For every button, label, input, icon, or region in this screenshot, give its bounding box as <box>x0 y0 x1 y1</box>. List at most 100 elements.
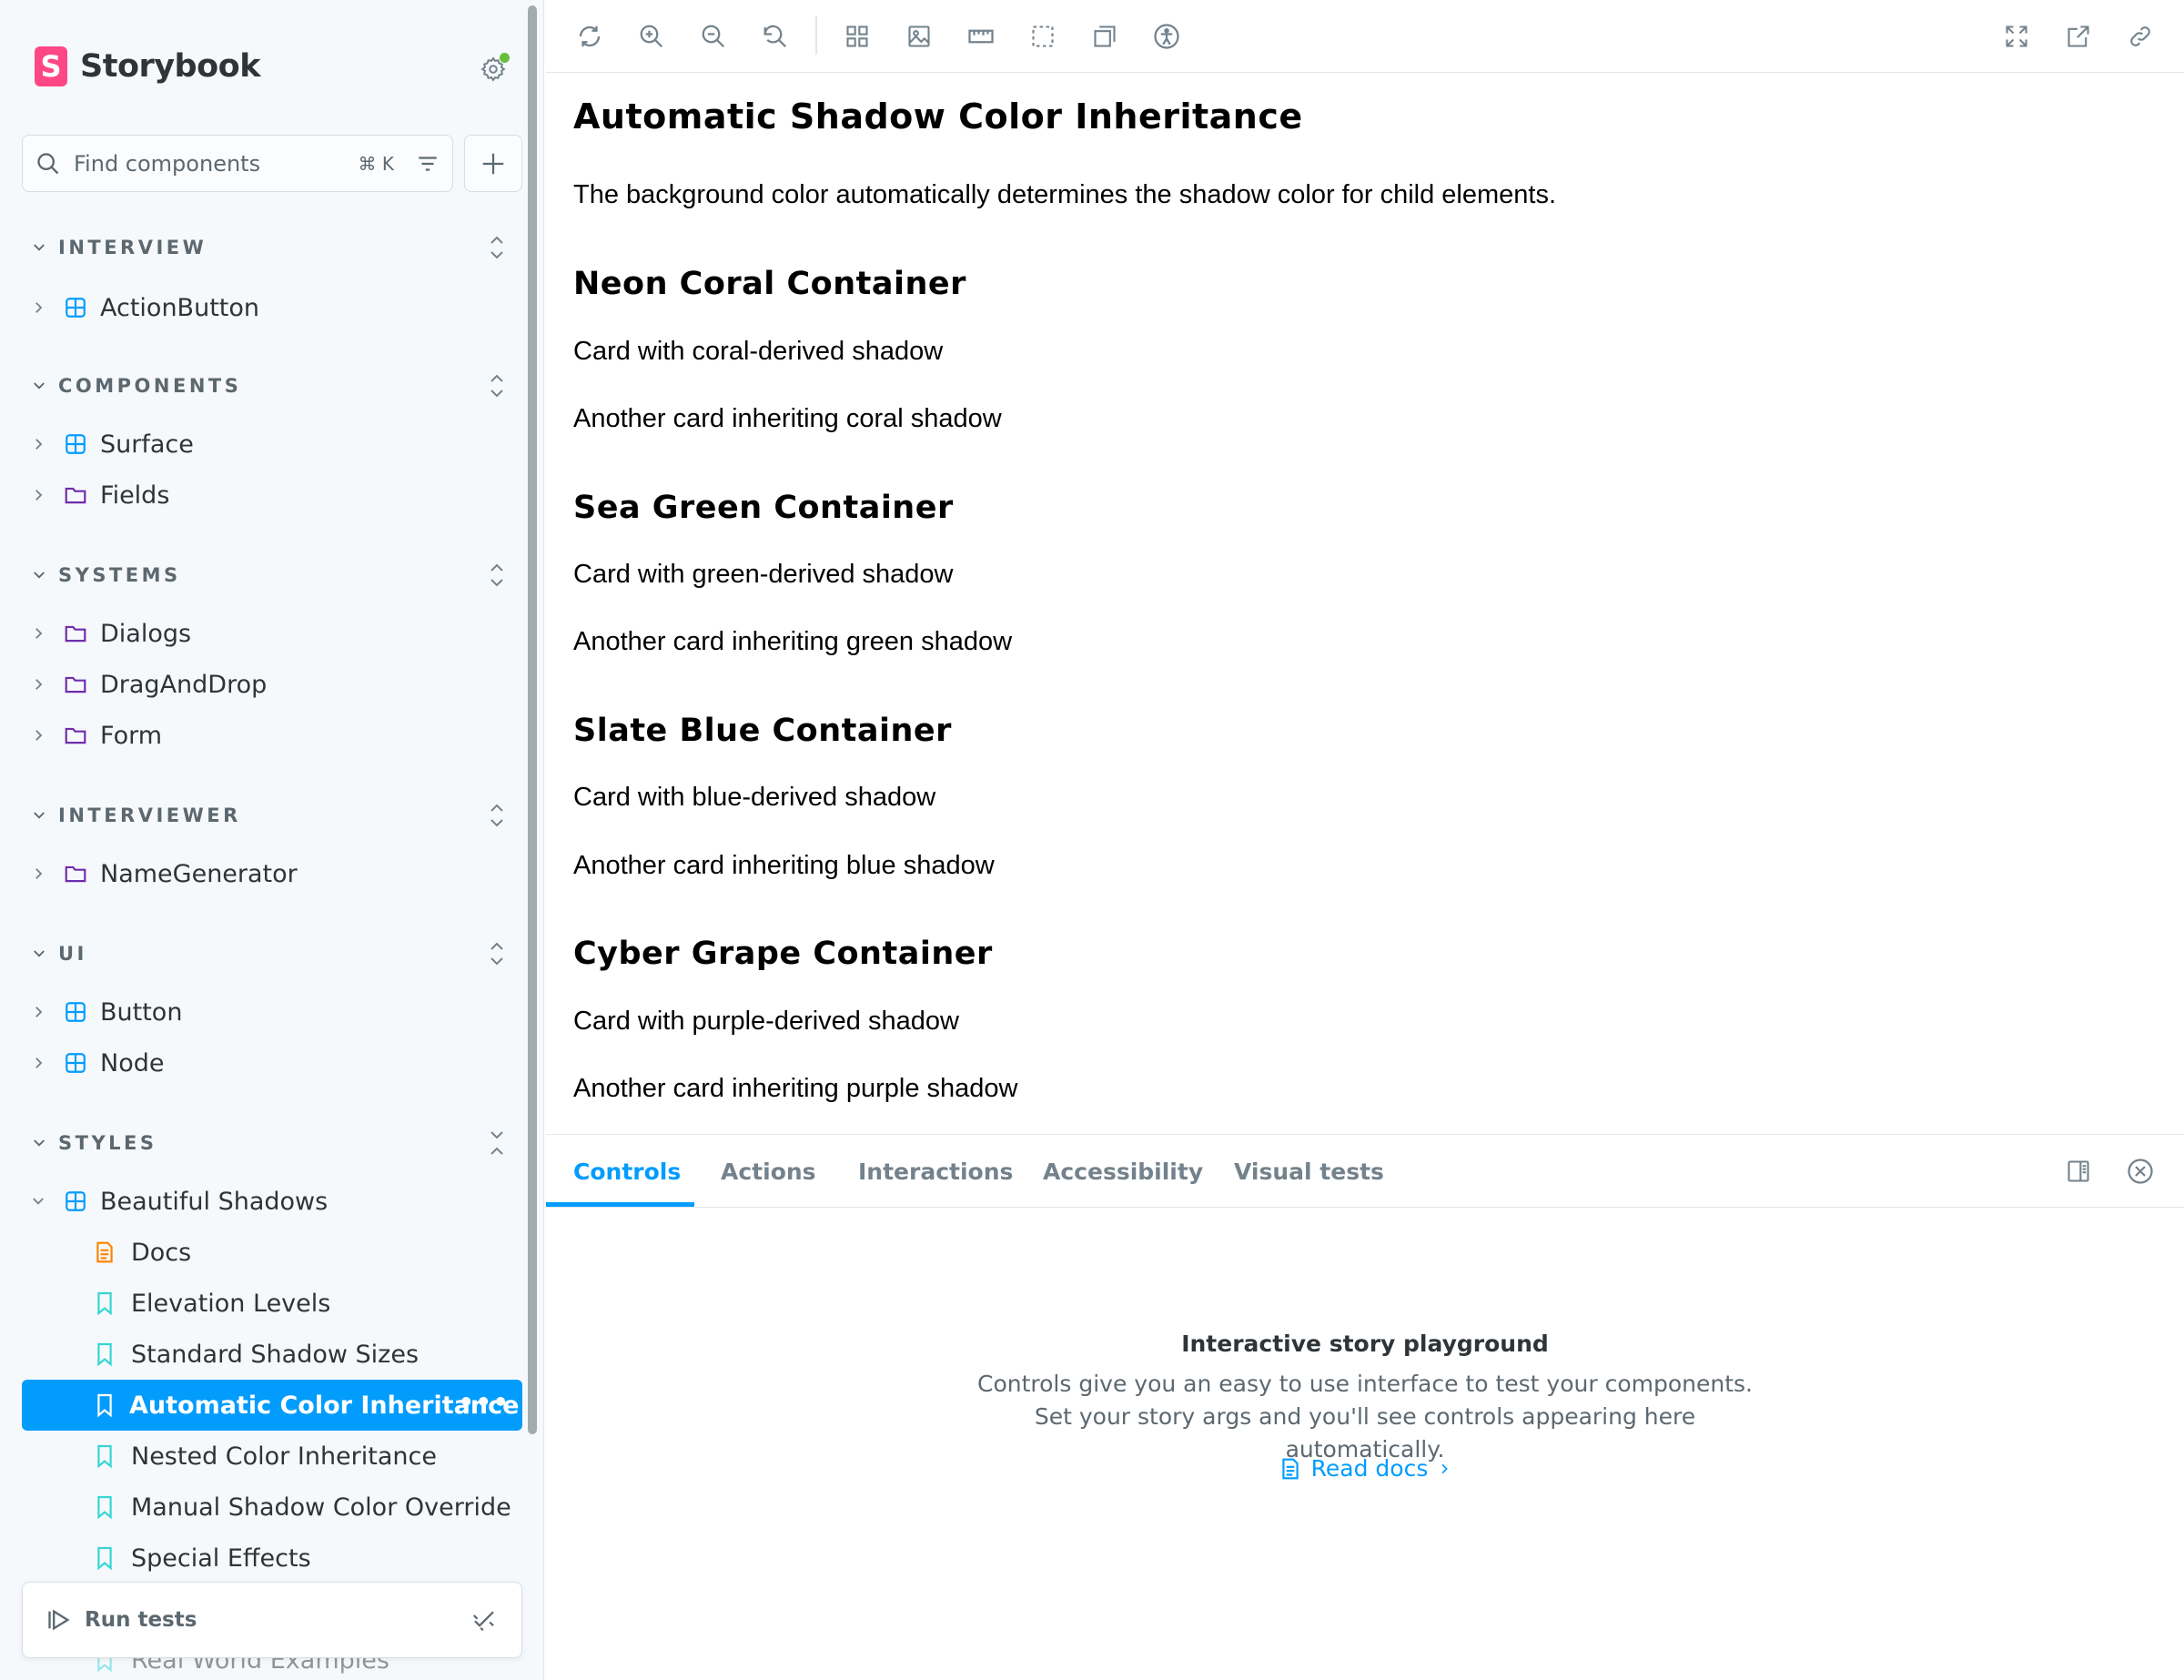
tab-actions[interactable]: Actions <box>721 1135 816 1208</box>
search-field[interactable]: Find components ⌘ K <box>22 135 453 192</box>
zoom-in-icon <box>640 25 663 48</box>
chevron-down-icon <box>34 382 45 390</box>
tree-item-label: Dialogs <box>100 619 192 648</box>
card-text: Another card inheriting green shadow <box>573 627 1013 656</box>
panel-orientation-button[interactable] <box>2062 1155 2095 1188</box>
search-icon <box>37 152 59 174</box>
tree-item-label: Node <box>100 1048 165 1078</box>
storybook-brand[interactable]: S Storybook <box>35 44 260 89</box>
search-input[interactable]: Find components <box>74 151 359 177</box>
bookmark-icon <box>91 1341 118 1368</box>
tab-accessibility[interactable]: Accessibility <box>1043 1135 1203 1208</box>
copy-link-icon <box>2130 26 2150 46</box>
expand-icon <box>490 804 503 827</box>
tree-item-form[interactable]: Form <box>27 712 522 759</box>
component-icon <box>62 294 89 321</box>
section-systems[interactable]: SYSTEMS <box>31 557 513 593</box>
tab-interactions[interactable]: Interactions <box>858 1135 1013 1208</box>
tree-item-dialogs[interactable]: Dialogs <box>27 610 522 657</box>
viewport-button[interactable] <box>1085 16 1125 56</box>
zoom-out-icon <box>702 25 725 48</box>
story-special-effects[interactable]: Special Effects <box>91 1534 522 1582</box>
fullscreen-button[interactable] <box>1997 16 2037 56</box>
tree-item-button[interactable]: Button <box>27 988 522 1036</box>
section-title: UI <box>58 943 87 965</box>
tree-item-actionbutton[interactable]: ActionButton <box>27 284 522 331</box>
group-heading: Sea Green Container <box>573 490 954 526</box>
section-title: STYLES <box>58 1132 157 1154</box>
tab-visual-tests[interactable]: Visual tests <box>1234 1135 1384 1208</box>
expand-all-button[interactable] <box>480 799 513 832</box>
zoom-in-button[interactable] <box>632 16 672 56</box>
chevron-right-icon <box>1441 1463 1449 1473</box>
group-heading: Slate Blue Container <box>573 713 952 749</box>
background-button[interactable] <box>899 16 939 56</box>
plus-icon <box>482 153 504 174</box>
story-nested-color-inheritance[interactable]: Nested Color Inheritance <box>91 1432 522 1480</box>
section-ui[interactable]: UI <box>31 936 513 972</box>
close-panel-button[interactable] <box>2124 1155 2157 1188</box>
more-options-button[interactable]: ••• <box>458 1387 510 1417</box>
sidebar-scrollbar[interactable] <box>528 5 537 1434</box>
chevron-right-icon <box>27 724 49 746</box>
grid-button[interactable] <box>837 16 877 56</box>
test-settings-icon[interactable] <box>470 1606 498 1634</box>
story-automatic-color-inheritance[interactable]: Automatic Color Inheritance ••• <box>22 1380 522 1431</box>
open-new-tab-button[interactable] <box>2058 16 2098 56</box>
empty-state-title: Interactive story playground <box>1181 1331 1549 1357</box>
chevron-right-icon <box>27 622 49 644</box>
storybook-logo: S <box>35 46 67 86</box>
toolbar-separator <box>815 16 817 55</box>
story-manual-shadow-color-override[interactable]: Manual Shadow Color Override <box>91 1483 522 1531</box>
expand-all-button[interactable] <box>480 937 513 970</box>
filter-icon[interactable] <box>416 152 440 176</box>
zoom-out-button[interactable] <box>693 16 733 56</box>
status-dot <box>500 53 510 63</box>
tree-item-beautiful-shadows[interactable]: Beautiful Shadows <box>27 1178 522 1225</box>
tree-item-surface[interactable]: Surface <box>27 420 522 468</box>
group-heading: Neon Coral Container <box>573 266 966 302</box>
tree-item-fields[interactable]: Fields <box>27 471 522 519</box>
story-docs[interactable]: Docs <box>91 1229 522 1276</box>
component-icon <box>62 430 89 458</box>
zoom-reset-button[interactable] <box>755 16 795 56</box>
card-text: Card with blue-derived shadow <box>573 783 936 812</box>
section-interviewer[interactable]: INTERVIEWER <box>31 797 513 834</box>
copy-link-button[interactable] <box>2120 16 2160 56</box>
section-components[interactable]: COMPONENTS <box>31 368 513 404</box>
read-docs-link[interactable]: Read docs <box>546 1455 2184 1482</box>
expand-all-button[interactable] <box>480 559 513 592</box>
zoom-reset-icon <box>763 25 787 48</box>
addon-panel: Controls Actions Interactions Accessibil… <box>546 1134 2184 1680</box>
tab-controls[interactable]: Controls <box>573 1135 681 1208</box>
story-standard-shadow-sizes[interactable]: Standard Shadow Sizes <box>91 1331 522 1378</box>
tree-item-draganddrop[interactable]: DragAndDrop <box>27 661 522 708</box>
expand-icon <box>490 563 503 587</box>
story-elevation-levels[interactable]: Elevation Levels <box>91 1280 522 1327</box>
expand-all-button[interactable] <box>480 369 513 402</box>
section-interview[interactable]: INTERVIEW <box>31 229 513 266</box>
chevron-right-icon <box>27 1001 49 1023</box>
add-story-button[interactable] <box>464 135 522 192</box>
settings-button[interactable] <box>475 51 511 87</box>
measure-button[interactable] <box>961 16 1001 56</box>
intro-text: The background color automatically deter… <box>573 180 1556 209</box>
collapse-all-button[interactable] <box>480 1127 513 1159</box>
outline-button[interactable] <box>1023 16 1063 56</box>
accessibility-button[interactable] <box>1147 16 1187 56</box>
bookmark-icon <box>91 1290 118 1317</box>
tree-item-namegenerator[interactable]: NameGenerator <box>27 850 522 897</box>
section-styles[interactable]: STYLES <box>31 1125 513 1161</box>
story-label: Elevation Levels <box>131 1289 331 1318</box>
reload-button[interactable] <box>570 16 610 56</box>
story-label: Manual Shadow Color Override <box>131 1493 511 1522</box>
accessibility-icon <box>1154 24 1179 49</box>
expand-all-button[interactable] <box>480 231 513 264</box>
outline-icon <box>1032 25 1054 47</box>
tree-item-label: Form <box>100 721 163 750</box>
page-title: Automatic Shadow Color Inheritance <box>573 96 1303 137</box>
run-tests-button[interactable]: Run tests <box>22 1582 522 1658</box>
tree-item-node[interactable]: Node <box>27 1039 522 1087</box>
tree-item-label: Button <box>100 997 183 1027</box>
story-preview: Automatic Shadow Color Inheritance The b… <box>546 73 2184 1134</box>
